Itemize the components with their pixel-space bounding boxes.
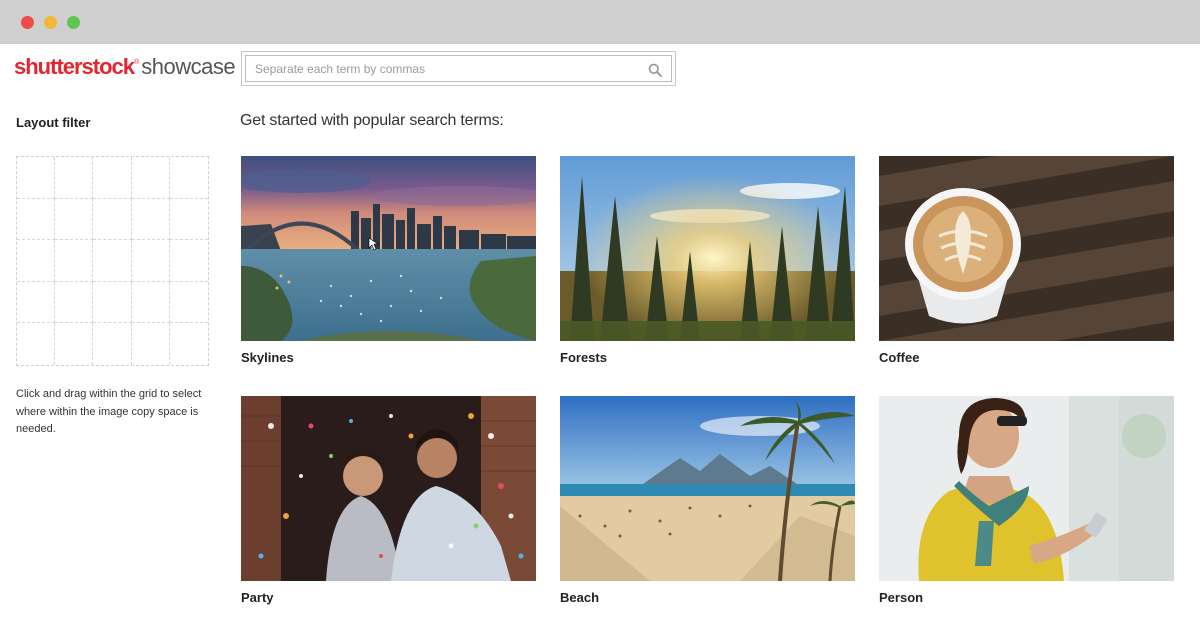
search-box [241, 51, 676, 86]
popular-terms-heading: Get started with popular search terms: [240, 112, 504, 129]
layout-grid-cell[interactable] [17, 198, 56, 241]
layout-grid-cell[interactable] [131, 198, 170, 241]
layout-grid-cell[interactable] [170, 323, 208, 365]
layout-grid-cell[interactable] [17, 323, 56, 365]
search-term-card-coffee[interactable]: Coffee [879, 156, 1174, 365]
search-term-label[interactable]: Person [879, 590, 1174, 605]
layout-grid-cell[interactable] [17, 240, 56, 282]
layout-filter-help-text: Click and drag within the grid to select… [16, 388, 202, 435]
search-term-label[interactable]: Forests [560, 350, 855, 365]
layout-grid-cell[interactable] [93, 240, 132, 282]
shutterstock-showcase-logo[interactable]: shutterstock®showcase [14, 54, 236, 80]
layout-grid-cell[interactable] [131, 157, 170, 199]
layout-grid-cell[interactable] [131, 240, 170, 282]
layout-grid-cell[interactable] [169, 199, 208, 241]
layout-filter-grid[interactable] [16, 156, 209, 366]
woman-with-phone-photo[interactable] [879, 396, 1174, 581]
layout-grid-cell[interactable] [169, 282, 208, 324]
layout-grid-cell[interactable] [55, 281, 94, 324]
minimize-window-button[interactable] [44, 16, 57, 29]
logo-brand: shutterstock [14, 54, 135, 79]
layout-grid-cell[interactable] [55, 240, 94, 282]
layout-grid-cell[interactable] [93, 198, 132, 241]
layout-grid-cell[interactable] [93, 281, 132, 324]
layout-grid-cell[interactable] [93, 323, 132, 365]
layout-grid-cell[interactable] [55, 323, 94, 365]
layout-grid-cell[interactable] [169, 240, 208, 282]
latte-cup-on-wood-photo[interactable] [879, 156, 1174, 341]
pine-forest-sunburst-photo[interactable] [560, 156, 855, 341]
maximize-window-button[interactable] [67, 16, 80, 29]
layout-filter-title: Layout filter [16, 115, 91, 130]
search-term-label[interactable]: Coffee [879, 350, 1174, 365]
search-term-card-person[interactable]: Person [879, 396, 1174, 605]
two-men-confetti-party-photo[interactable] [241, 396, 536, 581]
sydney-harbour-skyline-photo[interactable] [241, 156, 536, 341]
search-term-card-forests[interactable]: Forests [560, 156, 855, 365]
search-term-card-party[interactable]: Party [241, 396, 536, 605]
search-term-card-beach[interactable]: Beach [560, 396, 855, 605]
layout-grid-cell[interactable] [169, 157, 208, 199]
close-window-button[interactable] [21, 16, 34, 29]
layout-grid-cell[interactable] [132, 323, 170, 365]
layout-grid-cell[interactable] [55, 157, 94, 199]
search-term-label[interactable]: Beach [560, 590, 855, 605]
layout-grid-cell[interactable] [17, 157, 56, 199]
search-field-wrapper [245, 55, 672, 82]
layout-grid-cell[interactable] [93, 157, 132, 199]
search-input[interactable] [246, 56, 671, 81]
layout-grid-cell[interactable] [17, 281, 56, 324]
layout-grid-cell[interactable] [131, 281, 170, 324]
window-titlebar [0, 0, 1200, 44]
search-term-label[interactable]: Skylines [241, 350, 536, 365]
layout-grid-cell[interactable] [55, 198, 94, 241]
tropical-beach-palm-photo[interactable] [560, 396, 855, 581]
logo-product: showcase [141, 54, 236, 79]
logo-trademark: ® [134, 59, 140, 66]
search-term-label[interactable]: Party [241, 590, 536, 605]
search-term-card-skylines[interactable]: Skylines [241, 156, 536, 365]
search-icon[interactable] [648, 63, 662, 77]
